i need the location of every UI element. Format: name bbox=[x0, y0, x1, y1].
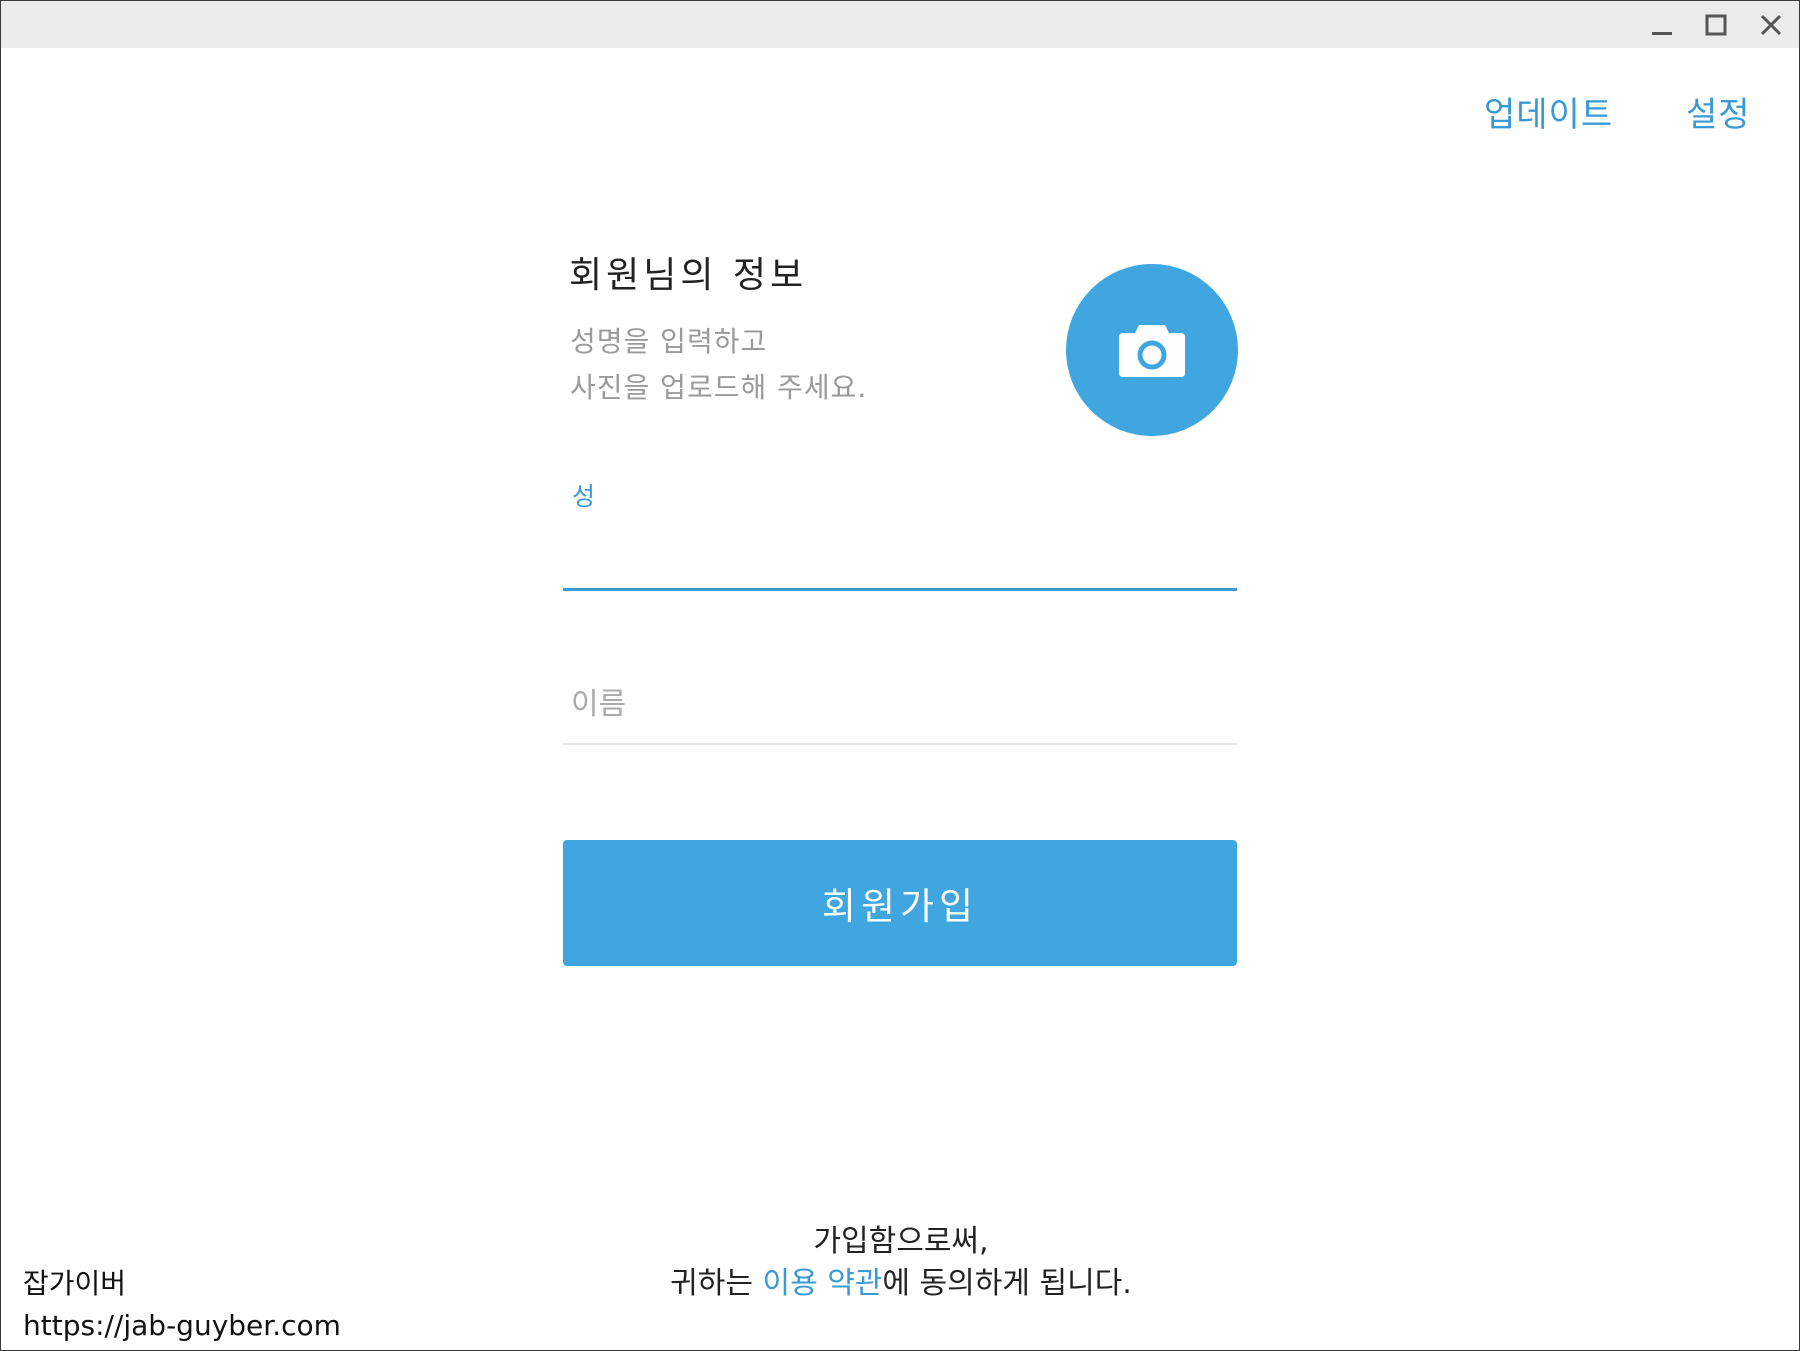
close-icon bbox=[1760, 14, 1782, 36]
title-bar bbox=[1, 1, 1799, 48]
minimize-icon bbox=[1652, 32, 1672, 35]
instructions-line-2: 사진을 업로드해 주세요. bbox=[570, 371, 868, 404]
minimize-button[interactable] bbox=[1642, 9, 1682, 41]
camera-icon bbox=[1119, 325, 1185, 377]
terms-of-service-link[interactable]: 이용 약관 bbox=[762, 1266, 882, 1301]
watermark-url: https://jab-guyber.com bbox=[23, 1309, 341, 1342]
signup-button[interactable]: 회원가입 bbox=[563, 840, 1237, 966]
instructions-line-1: 성명을 입력하고 bbox=[570, 325, 768, 358]
maximize-icon bbox=[1705, 14, 1727, 36]
last-name-input[interactable] bbox=[563, 529, 1237, 591]
close-button[interactable] bbox=[1751, 9, 1791, 41]
first-name-input[interactable] bbox=[563, 665, 1237, 745]
watermark: 잡가이버 https://jab-guyber.com bbox=[23, 1263, 341, 1347]
maximize-button[interactable] bbox=[1696, 9, 1736, 41]
app-window: 업데이트 설정 회원님의 정보 성명을 입력하고 사진을 업로드해 주세요. 성… bbox=[0, 0, 1800, 1351]
terms-notice: 가입함으로써, 귀하는 이용 약관에 동의하게 됩니다. bbox=[501, 1221, 1301, 1305]
terms-line-2: 귀하는 이용 약관에 동의하게 됩니다. bbox=[501, 1263, 1301, 1305]
settings-link[interactable]: 설정 bbox=[1686, 87, 1751, 136]
page-title: 회원님의 정보 bbox=[569, 255, 808, 296]
terms-suffix: 에 동의하게 됩니다. bbox=[882, 1266, 1132, 1301]
last-name-label: 성 bbox=[572, 482, 596, 511]
update-link[interactable]: 업데이트 bbox=[1484, 87, 1613, 136]
upload-photo-button[interactable] bbox=[1066, 264, 1238, 436]
terms-prefix: 귀하는 bbox=[670, 1266, 763, 1301]
terms-line-1: 가입함으로써, bbox=[813, 1224, 989, 1259]
watermark-name: 잡가이버 bbox=[23, 1267, 127, 1300]
profile-instructions: 성명을 입력하고 사진을 업로드해 주세요. bbox=[570, 319, 867, 411]
